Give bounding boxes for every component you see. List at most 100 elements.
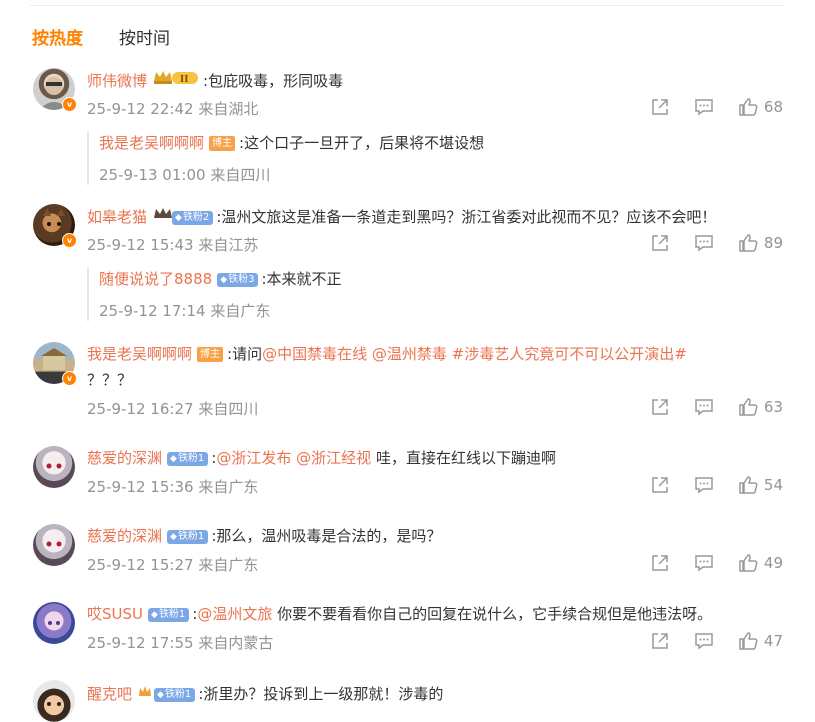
comment-actions: 68 bbox=[650, 97, 783, 117]
like-icon bbox=[739, 476, 758, 494]
comment-actions: 47 bbox=[650, 631, 783, 651]
comment-icon bbox=[695, 555, 713, 572]
share-button[interactable] bbox=[650, 97, 670, 117]
mention-link[interactable]: @浙江发布 bbox=[216, 449, 291, 467]
fan-badge[interactable]: ◆铁粉2 bbox=[172, 211, 214, 225]
comment-text: :那么，温州吸毒是合法的，是吗？ bbox=[211, 527, 442, 545]
topic-link[interactable]: #涉毒艺人究竟可不可以公开演出# bbox=[452, 345, 687, 363]
username[interactable]: 醒克吧 bbox=[87, 685, 132, 703]
fan-badge[interactable]: ◆铁粉3 bbox=[217, 273, 259, 287]
share-button[interactable] bbox=[650, 475, 670, 495]
comment-line: 醒克吧 ◆铁粉1:浙里办？投诉到上一级那就！涉毒的 bbox=[87, 682, 443, 705]
like-button[interactable]: 63 bbox=[738, 397, 783, 417]
like-icon bbox=[739, 554, 758, 572]
reply-meta: 25-9-12 17:14 来自广东 bbox=[99, 300, 342, 321]
comment-icon bbox=[695, 235, 713, 252]
mention-link[interactable]: @中国禁毒在线 bbox=[262, 345, 367, 363]
fan-badge[interactable]: ◆铁粉1 bbox=[148, 608, 190, 622]
comment-icon bbox=[695, 99, 713, 116]
comment-meta: 25-9-12 15:36 来自广东 bbox=[87, 476, 258, 497]
username[interactable]: 慈爱的深渊 bbox=[87, 527, 162, 545]
like-button[interactable]: 47 bbox=[738, 631, 783, 651]
comment-time: 25-9-12 15:43 bbox=[87, 236, 194, 254]
comment-location: 来自四川 bbox=[198, 400, 259, 418]
like-icon bbox=[739, 234, 758, 252]
comment-actions: 89 bbox=[650, 233, 783, 253]
reply-text: :本来就不正 bbox=[261, 270, 342, 288]
fan-badge[interactable]: ◆铁粉1 bbox=[167, 452, 209, 466]
reply-username[interactable]: 我是老吴啊啊啊 bbox=[99, 134, 204, 152]
reply-text: :这个口子一旦开了，后果将不堪设想 bbox=[239, 134, 485, 152]
fan-badge-label: 铁粉1 bbox=[177, 453, 205, 464]
comment-location: 来自广东 bbox=[198, 556, 259, 574]
share-button[interactable] bbox=[650, 233, 670, 253]
comment-button[interactable] bbox=[694, 475, 714, 495]
comment-location: 来自湖北 bbox=[198, 100, 259, 118]
avatar[interactable] bbox=[33, 680, 75, 722]
username[interactable]: 哎SUSU bbox=[87, 605, 143, 623]
fan-badge-label: 铁粉1 bbox=[164, 689, 192, 700]
reply-username[interactable]: 随便说说了8888 bbox=[99, 270, 212, 288]
tab-sort-by-hot[interactable]: 按热度 bbox=[32, 24, 83, 49]
diamond-icon: ◆ bbox=[170, 532, 177, 542]
like-button[interactable]: 54 bbox=[738, 475, 783, 495]
comment-button[interactable] bbox=[694, 233, 714, 253]
comment-button[interactable] bbox=[694, 631, 714, 651]
crown-badge-icon[interactable]: II bbox=[152, 69, 200, 91]
mention-link[interactable]: @温州禁毒 bbox=[372, 345, 447, 363]
comment-location: 来自江苏 bbox=[198, 236, 259, 254]
avatar[interactable] bbox=[33, 602, 75, 644]
reply-time: 25-9-12 17:14 bbox=[99, 302, 206, 320]
comment-actions: 54 bbox=[650, 475, 783, 495]
like-count: 68 bbox=[763, 98, 783, 116]
blogger-badge: 博主 bbox=[209, 136, 236, 151]
share-icon bbox=[652, 633, 668, 649]
reply-item: 我是老吴啊啊啊 博主:这个口子一旦开了，后果将不堪设想 25-9-13 01:00… bbox=[87, 132, 484, 185]
comment-line: 我是老吴啊啊啊 博主:请问@中国禁毒在线 @温州禁毒 #涉毒艺人究竟可不可以公开演… bbox=[87, 343, 687, 365]
avatar-anime-icon bbox=[46, 541, 62, 547]
comment-meta: 25-9-12 17:55 来自内蒙古 bbox=[87, 632, 273, 653]
comment-time: 25-9-12 15:36 bbox=[87, 478, 194, 496]
like-icon bbox=[739, 398, 758, 416]
fan-badge-label: 铁粉3 bbox=[228, 274, 255, 285]
avatar-anime-icon bbox=[46, 463, 62, 469]
share-button[interactable] bbox=[650, 553, 670, 573]
avatar-cartoon-icon bbox=[47, 702, 61, 706]
verified-icon: v bbox=[62, 97, 77, 112]
username[interactable]: 慈爱的深渊 bbox=[87, 449, 162, 467]
like-button[interactable]: 89 bbox=[738, 233, 783, 253]
tab-sort-by-time[interactable]: 按时间 bbox=[119, 24, 170, 49]
mention-link[interactable]: @浙江经视 bbox=[296, 449, 371, 467]
username[interactable]: 我是老吴啊啊啊 bbox=[87, 345, 192, 363]
comment-line: 慈爱的深渊 ◆铁粉1:@浙江发布 @浙江经视 哇，直接在红线以下蹦迪啊 bbox=[87, 447, 556, 469]
comment-button[interactable] bbox=[694, 553, 714, 573]
comment-icon bbox=[695, 399, 713, 416]
diamond-icon: ◆ bbox=[170, 454, 177, 464]
avatar[interactable]: v bbox=[33, 68, 77, 112]
comment-line-2: ？？？ bbox=[87, 369, 132, 391]
comment-meta: 25-9-12 15:43 来自江苏 bbox=[87, 234, 258, 255]
like-count: 47 bbox=[763, 632, 783, 650]
username[interactable]: 师伟微博 bbox=[87, 72, 147, 90]
share-icon bbox=[652, 99, 668, 115]
like-button[interactable]: 68 bbox=[738, 97, 783, 117]
mention-link[interactable]: @温州文旅 bbox=[197, 605, 272, 623]
avatar[interactable] bbox=[33, 446, 75, 488]
comment-button[interactable] bbox=[694, 397, 714, 417]
share-button[interactable] bbox=[650, 631, 670, 651]
fan-badge[interactable]: ◆铁粉1 bbox=[154, 688, 196, 702]
comment-line: 如皋老猫 ◆铁粉2:温州文旅这是准备一条道走到黑吗？浙江省委对此视而不见？应该不会… bbox=[87, 205, 716, 228]
username[interactable]: 如皋老猫 bbox=[87, 208, 147, 226]
like-button[interactable]: 49 bbox=[738, 553, 783, 573]
share-button[interactable] bbox=[650, 397, 670, 417]
avatar[interactable] bbox=[33, 524, 75, 566]
share-icon bbox=[652, 477, 668, 493]
top-divider bbox=[30, 5, 785, 6]
like-icon bbox=[739, 632, 758, 650]
sort-tabs: 按热度 按时间 bbox=[32, 24, 170, 49]
fan-badge[interactable]: ◆铁粉1 bbox=[167, 530, 209, 544]
comment-button[interactable] bbox=[694, 97, 714, 117]
avatar[interactable]: v bbox=[33, 342, 77, 386]
avatar[interactable]: v bbox=[33, 204, 77, 248]
like-count: 63 bbox=[763, 398, 783, 416]
